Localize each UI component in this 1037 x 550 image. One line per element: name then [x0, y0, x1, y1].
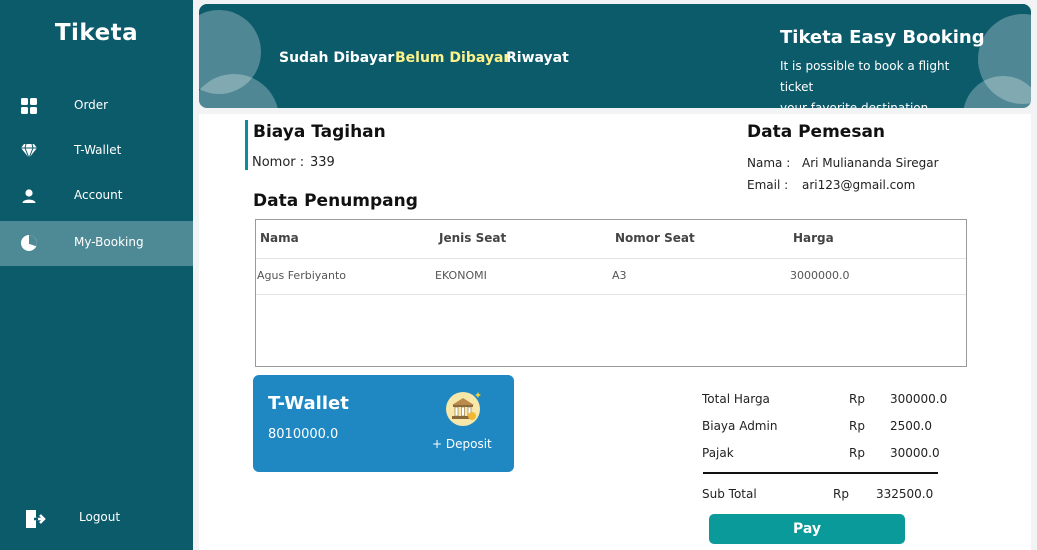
sidebar-item-t-wallet[interactable]: T-Wallet: [0, 129, 193, 174]
sidebar-item-label: Order: [74, 98, 109, 112]
wallet-title: T-Wallet: [268, 393, 349, 414]
order-email-value: ari123@gmail.com: [802, 178, 916, 192]
tab-sudah-dibayar[interactable]: Sudah Dibayar: [279, 50, 394, 66]
logout-button[interactable]: Logout: [0, 496, 193, 541]
banner-subtitle-line: your favorite destination: [780, 101, 929, 108]
summary-label: Sub Total: [702, 487, 757, 501]
column-header: Harga: [793, 231, 834, 245]
pay-button[interactable]: Pay: [709, 514, 905, 544]
order-name-value: Ari Muliananda Siregar: [802, 156, 939, 170]
pie-chart-icon: [20, 234, 38, 252]
deposit-link[interactable]: + Deposit: [432, 437, 492, 451]
app-root: Tiketa Order T-Wallet Account My-Booking: [0, 0, 1037, 550]
table-cell: A3: [612, 269, 627, 282]
banner-subtitle: It is possible to book a flight ticket y…: [780, 56, 980, 108]
table-cell: Agus Ferbiyanto: [257, 269, 347, 282]
table-cell: EKONOMI: [435, 269, 487, 282]
diamond-icon: [20, 142, 38, 160]
summary-currency: Rp: [833, 487, 849, 501]
banner-subtitle-line: It is possible to book a flight ticket: [780, 59, 950, 94]
decor-circle: [199, 74, 279, 108]
passenger-table: Nama Jenis Seat Nomor Seat Harga Agus Fe…: [255, 219, 967, 367]
passenger-data-title: Data Penumpang: [253, 191, 418, 211]
logout-icon: [24, 508, 46, 530]
summary-admin-row: Biaya Admin Rp 2500.0: [702, 419, 947, 437]
summary-value: 30000.0: [890, 446, 940, 460]
summary-label: Biaya Admin: [702, 419, 778, 433]
main-content: Biaya Tagihan Nomor : 339 Data Pemesan N…: [199, 114, 1031, 550]
column-header: Nama: [260, 231, 299, 245]
sidebar-item-order[interactable]: Order: [0, 84, 193, 129]
bank-icon: [446, 392, 481, 426]
order-name-label: Nama :: [747, 156, 791, 170]
header-banner: Sudah Dibayar Belum Dibayar Riwayat Tike…: [199, 4, 1031, 108]
tab-belum-dibayar[interactable]: Belum Dibayar: [395, 50, 510, 66]
summary-subtotal-row: Sub Total Rp 332500.0: [702, 487, 947, 505]
sidebar-item-my-booking[interactable]: My-Booking: [0, 221, 193, 266]
order-data-title: Data Pemesan: [747, 122, 886, 142]
sidebar-item-label: My-Booking: [74, 235, 144, 249]
summary-currency: Rp: [849, 446, 865, 460]
summary-value: 2500.0: [890, 419, 932, 433]
sidebar-item-account[interactable]: Account: [0, 174, 193, 219]
summary-currency: Rp: [849, 419, 865, 433]
summary-total-row: Total Harga Rp 300000.0: [702, 392, 947, 410]
bill-title: Biaya Tagihan: [253, 122, 386, 142]
sidebar-item-label: Account: [74, 188, 123, 202]
summary-currency: Rp: [849, 392, 865, 406]
sidebar: Tiketa Order T-Wallet Account My-Booking: [0, 0, 193, 550]
bill-number-label: Nomor :: [252, 155, 305, 170]
brand-logo: Tiketa: [54, 20, 139, 46]
column-header: Nomor Seat: [615, 231, 695, 245]
grid-icon: [20, 97, 38, 115]
logout-label: Logout: [79, 510, 121, 524]
user-icon: [20, 187, 38, 205]
table-row[interactable]: Agus Ferbiyanto EKONOMI A3 3000000.0: [256, 256, 966, 295]
bill-number-value: 339: [310, 155, 335, 170]
table-header-row: Nama Jenis Seat Nomor Seat Harga: [256, 220, 966, 259]
section-accent-bar: [245, 120, 248, 170]
wallet-card: T-Wallet 8010000.0 + Deposit: [253, 375, 514, 472]
summary-divider: [703, 472, 938, 474]
summary-value: 332500.0: [876, 487, 934, 501]
summary-tax-row: Pajak Rp 30000.0: [702, 446, 947, 464]
order-email-label: Email :: [747, 178, 789, 192]
wallet-balance: 8010000.0: [268, 427, 339, 442]
summary-label: Total Harga: [702, 392, 770, 406]
column-header: Jenis Seat: [439, 231, 507, 245]
banner-title: Tiketa Easy Booking: [780, 27, 985, 48]
summary-value: 300000.0: [890, 392, 948, 406]
tab-riwayat[interactable]: Riwayat: [506, 50, 569, 66]
summary-label: Pajak: [702, 446, 734, 460]
table-cell: 3000000.0: [790, 269, 850, 282]
sidebar-item-label: T-Wallet: [74, 143, 122, 157]
